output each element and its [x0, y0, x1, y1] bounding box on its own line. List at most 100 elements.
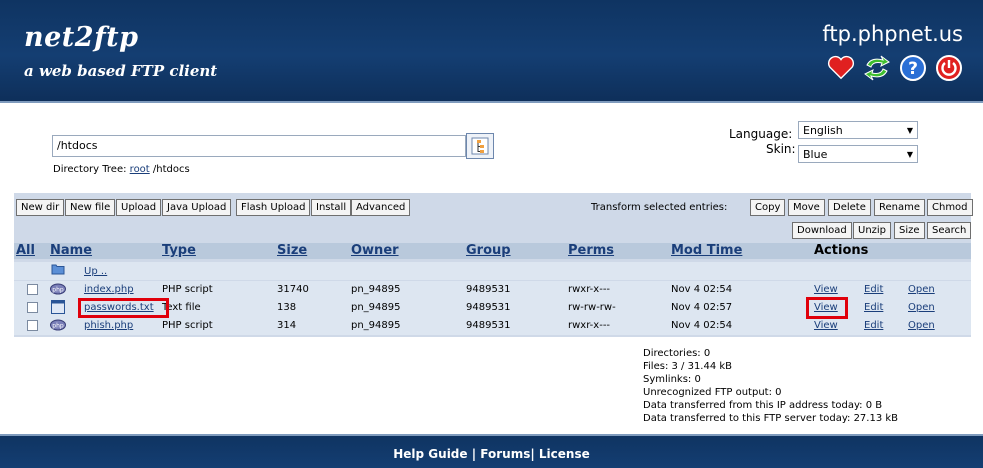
header-type[interactable]: Type	[162, 243, 196, 259]
stat-data-to-server: Data transferred to this FTP server toda…	[643, 413, 899, 424]
file-size: 31740	[277, 284, 309, 295]
footer-links: Help Guide | Forums| License	[393, 447, 590, 461]
directory-tree-root-link[interactable]: root	[130, 164, 150, 175]
header-perms[interactable]: Perms	[568, 243, 614, 259]
new-file-button[interactable]: New file	[65, 199, 116, 216]
skin-select[interactable]: Blue ▼	[798, 145, 918, 163]
chmod-button[interactable]: Chmod	[927, 199, 973, 216]
directory-stats: Directories: 0 Files: 3 / 31.44 kB Symli…	[643, 347, 898, 425]
file-size: 138	[277, 302, 297, 313]
size-button[interactable]: Size	[894, 222, 925, 239]
edit-link[interactable]: Edit	[864, 283, 883, 297]
copy-button[interactable]: Copy	[750, 199, 786, 216]
open-link[interactable]: Open	[908, 283, 935, 297]
stat-symlinks: Symlinks: 0	[643, 374, 701, 385]
help-guide-link[interactable]: Help Guide	[393, 447, 467, 461]
stat-files: Files: 3 / 31.44 kB	[643, 361, 733, 372]
text-file-icon	[51, 300, 65, 317]
open-link[interactable]: Open	[908, 319, 935, 333]
stat-directories: Directories: 0	[643, 348, 711, 359]
file-owner: pn_94895	[351, 320, 401, 331]
language-select-value: English	[803, 124, 843, 137]
view-link[interactable]: View	[814, 301, 838, 315]
directory-tree-breadcrumb: Directory Tree: root /htdocs	[53, 164, 190, 175]
svg-text:php: php	[52, 323, 64, 330]
help-icon[interactable]: ?	[899, 54, 927, 82]
new-dir-button[interactable]: New dir	[16, 199, 65, 216]
edit-link[interactable]: Edit	[864, 301, 883, 315]
header-icons: ?	[827, 54, 963, 82]
file-size: 314	[277, 320, 297, 331]
skin-select-value: Blue	[803, 148, 828, 161]
header-actions: Actions	[814, 243, 869, 258]
file-mod-time: Nov 4 02:54	[671, 284, 733, 295]
file-group: 9489531	[466, 302, 511, 313]
download-button[interactable]: Download	[792, 222, 852, 239]
file-perms: rw-rw-rw-	[568, 302, 616, 313]
directory-path-input[interactable]	[52, 135, 466, 157]
tagline: a web based FTP client	[24, 62, 218, 80]
refresh-icon[interactable]	[863, 54, 891, 82]
forums-link[interactable]: Forums	[480, 447, 530, 461]
header-size[interactable]: Size	[277, 243, 307, 259]
header-all[interactable]: All	[16, 243, 35, 259]
row-checkbox[interactable]	[27, 284, 38, 295]
file-group: 9489531	[466, 320, 511, 331]
header-group[interactable]: Group	[466, 243, 511, 259]
view-link[interactable]: View	[814, 319, 838, 333]
php-file-icon: php	[50, 319, 66, 334]
install-button[interactable]: Install	[311, 199, 352, 216]
search-button[interactable]: Search	[927, 222, 972, 239]
stat-unrecognized: Unrecognized FTP output: 0	[643, 387, 782, 398]
up-link[interactable]: Up ..	[84, 265, 107, 279]
file-owner: pn_94895	[351, 302, 401, 313]
chevron-down-icon: ▼	[906, 150, 913, 159]
file-owner: pn_94895	[351, 284, 401, 295]
file-name-link[interactable]: passwords.txt	[84, 301, 154, 315]
chevron-down-icon: ▼	[906, 126, 913, 135]
file-group: 9489531	[466, 284, 511, 295]
view-link[interactable]: View	[814, 283, 838, 297]
header-mod-time[interactable]: Mod Time	[671, 243, 742, 259]
stat-data-from-ip: Data transferred from this IP address to…	[643, 400, 883, 411]
directory-tree-label: Directory Tree:	[53, 164, 127, 175]
logo: net2ftp	[24, 22, 139, 53]
open-link[interactable]: Open	[908, 301, 935, 315]
header-name[interactable]: Name	[50, 243, 92, 259]
rename-button[interactable]: Rename	[874, 199, 926, 216]
skin-label: Skin:	[766, 142, 796, 156]
up-row	[14, 262, 971, 280]
file-name-link[interactable]: index.php	[84, 283, 134, 297]
delete-button[interactable]: Delete	[828, 199, 871, 216]
language-select[interactable]: English ▼	[798, 121, 918, 139]
file-name-link[interactable]: phish.php	[84, 319, 133, 333]
file-perms: rwxr-x---	[568, 284, 611, 295]
svg-text:?: ?	[908, 59, 918, 79]
tree-icon	[471, 137, 489, 155]
move-button[interactable]: Move	[788, 199, 825, 216]
logout-power-icon[interactable]	[935, 54, 963, 82]
flash-upload-button[interactable]: Flash Upload	[236, 199, 311, 216]
upload-button[interactable]: Upload	[116, 199, 162, 216]
advanced-button[interactable]: Advanced	[351, 199, 411, 216]
unzip-button[interactable]: Unzip	[853, 222, 892, 239]
file-mod-time: Nov 4 02:54	[671, 320, 733, 331]
file-type: PHP script	[162, 320, 213, 331]
server-name: ftp.phpnet.us	[822, 22, 963, 46]
transform-label: Transform selected entries:	[591, 202, 728, 213]
svg-text:php: php	[52, 287, 64, 294]
header-owner[interactable]: Owner	[351, 243, 399, 259]
file-perms: rwxr-x---	[568, 320, 611, 331]
bookmark-heart-icon[interactable]	[827, 54, 855, 82]
edit-link[interactable]: Edit	[864, 319, 883, 333]
row-checkbox[interactable]	[27, 302, 38, 313]
language-label: Language:	[729, 127, 793, 141]
java-upload-button[interactable]: Java Upload	[162, 199, 232, 216]
row-checkbox[interactable]	[27, 320, 38, 331]
file-mod-time: Nov 4 02:57	[671, 302, 733, 313]
directory-tree-button[interactable]	[466, 133, 494, 159]
license-link[interactable]: License	[539, 447, 590, 461]
directory-tree-rest: /htdocs	[152, 164, 190, 175]
header-bar	[0, 0, 983, 103]
file-type: PHP script	[162, 284, 213, 295]
